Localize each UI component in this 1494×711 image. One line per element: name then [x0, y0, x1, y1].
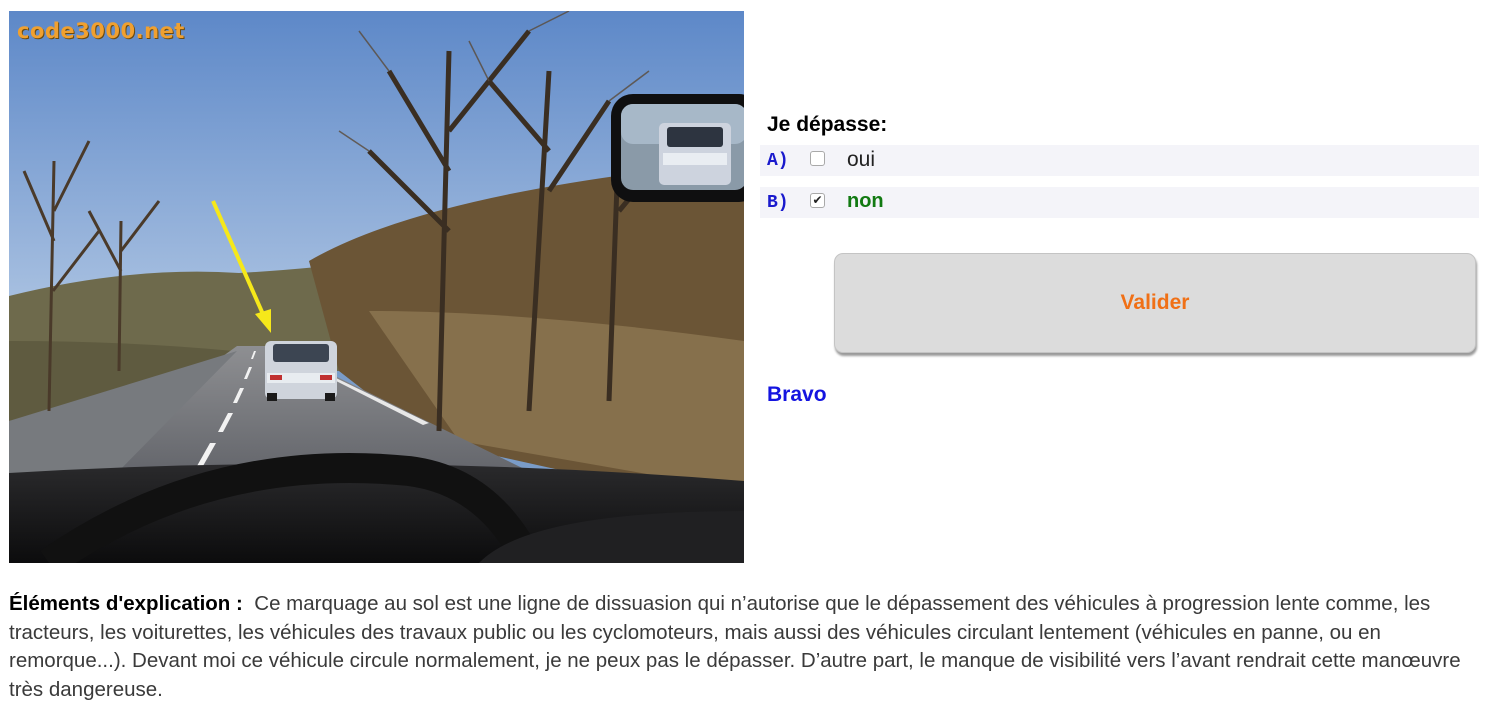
answer-label: non — [847, 190, 884, 212]
watermark-logo: code3000.net — [17, 19, 185, 43]
car-ahead — [265, 341, 337, 401]
question-prompt: Je dépasse: — [767, 113, 888, 136]
answer-label: oui — [847, 148, 876, 171]
rearview-mirror-icon — [611, 94, 744, 202]
answer-checkbox-b[interactable]: ✔ — [810, 193, 825, 208]
road-scene-illustration — [9, 11, 744, 563]
feedback-message: Bravo — [767, 383, 827, 406]
explanation-paragraph: Éléments d'explication : Ce marquage au … — [9, 590, 1479, 704]
explanation-heading: Éléments d'explication : — [9, 592, 243, 615]
answer-letter: B) — [767, 193, 789, 213]
answer-option-a[interactable]: A) oui — [760, 145, 1479, 176]
validate-button[interactable]: Valider — [834, 253, 1476, 353]
answer-option-b[interactable]: B) ✔ non — [760, 187, 1479, 218]
answer-checkbox-a[interactable] — [810, 151, 825, 166]
road-scene-photo: code3000.net — [9, 11, 744, 563]
answer-letter: A) — [767, 151, 789, 171]
